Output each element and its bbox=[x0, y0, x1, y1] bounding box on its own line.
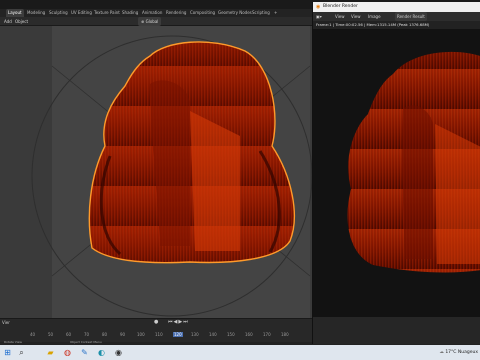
ruler-tick: 90 bbox=[120, 332, 126, 337]
tab-geometry-nodes[interactable]: Geometry Nodes bbox=[216, 9, 254, 17]
windows-icon[interactable]: ⊞ bbox=[2, 347, 13, 358]
render-window-title: Blender Render bbox=[323, 4, 358, 9]
search-icon[interactable]: ⌕ bbox=[16, 347, 27, 358]
ruler-tick: 180 bbox=[281, 332, 289, 337]
weather-text: Nuageux bbox=[457, 350, 478, 355]
viewport-header: Add Object ⊕ Global bbox=[0, 17, 312, 26]
taskbar: ⊞ ⌕ ▰ ◍ ✎ ◐ ◉ ☁ 17°C Nuageux bbox=[0, 345, 480, 360]
temperature: 17°C bbox=[445, 350, 457, 355]
tab-rendering[interactable]: Rendering bbox=[164, 9, 188, 17]
blender-logo-icon: ◉ bbox=[316, 4, 321, 10]
transform-orientation-select[interactable]: ⊕ Global bbox=[138, 17, 162, 26]
orientation-label: Global bbox=[145, 19, 159, 24]
add-menu[interactable]: Add bbox=[4, 17, 12, 26]
chrome-icon[interactable]: ◍ bbox=[62, 347, 73, 358]
3d-viewport[interactable] bbox=[0, 26, 312, 318]
playback-controls[interactable]: ⏮◀▶⏭ bbox=[168, 319, 189, 325]
tab-scripting[interactable]: Scripting bbox=[250, 9, 272, 17]
editor-type-icon[interactable]: ▣▾ bbox=[316, 12, 322, 21]
rendered-hair-svg bbox=[347, 51, 480, 273]
file-explorer-icon[interactable]: ▰ bbox=[45, 347, 56, 358]
image-menu[interactable]: Image bbox=[368, 12, 381, 21]
ruler-tick: 150 bbox=[227, 332, 235, 337]
render-result-select[interactable]: Render Result bbox=[395, 12, 427, 21]
ruler-tick: 140 bbox=[209, 332, 217, 337]
add-workspace-button[interactable]: + bbox=[272, 9, 279, 17]
render-window-footer bbox=[313, 317, 480, 344]
tab-layout[interactable]: Layout bbox=[6, 9, 24, 17]
status-left-text: Rotate View bbox=[4, 340, 22, 344]
ruler-tick: 60 bbox=[66, 332, 72, 337]
tab-texture-paint[interactable]: Texture Paint bbox=[92, 9, 122, 17]
blender-taskbar-icon[interactable]: ◉ bbox=[113, 347, 124, 358]
ruler-tick: 130 bbox=[191, 332, 199, 337]
ruler-tick: 80 bbox=[102, 332, 108, 337]
render-window: ◉ Blender Render ▣▾ View View Image Rend… bbox=[312, 2, 480, 344]
tab-compositing[interactable]: Compositing bbox=[188, 9, 217, 17]
paint-icon[interactable]: ✎ bbox=[79, 347, 90, 358]
render-result-canvas[interactable] bbox=[313, 29, 480, 317]
ruler-tick: 70 bbox=[84, 332, 90, 337]
tab-sculpting[interactable]: Sculpting bbox=[47, 9, 70, 17]
ruler-tick: 100 bbox=[137, 332, 145, 337]
ruler-tick: 110 bbox=[155, 332, 163, 337]
ruler-tick: 40 bbox=[30, 332, 36, 337]
tab-modeling[interactable]: Modeling bbox=[25, 9, 47, 17]
view2-menu[interactable]: View bbox=[351, 12, 361, 21]
render-info-text: Frame:1 | Time:00:02.56 | Mem:1315.14M (… bbox=[313, 21, 480, 29]
ruler-tick: 170 bbox=[263, 332, 271, 337]
ruler-tick: 160 bbox=[245, 332, 253, 337]
status-mid-text: Object Context Menu bbox=[70, 340, 102, 344]
render-window-header: ▣▾ View View Image Render Result bbox=[313, 12, 480, 21]
view-menu[interactable]: View bbox=[335, 12, 345, 21]
object-menu[interactable]: Object bbox=[15, 17, 28, 26]
timeline-menu-label[interactable]: Vier bbox=[2, 320, 10, 325]
timeline-editor[interactable]: Vier ● ⏮◀▶⏭ 40 50 60 70 80 90 100 110 12… bbox=[0, 318, 312, 342]
render-window-titlebar: ◉ Blender Render bbox=[313, 2, 480, 12]
edge-icon[interactable]: ◐ bbox=[96, 347, 107, 358]
ruler-tick: 50 bbox=[48, 332, 54, 337]
keyframe-dot-icon[interactable]: ● bbox=[154, 319, 158, 325]
system-tray[interactable]: ☁ 17°C Nuageux bbox=[439, 345, 478, 360]
tab-shading[interactable]: Shading bbox=[120, 9, 140, 17]
ruler-tick-current[interactable]: 120 bbox=[173, 332, 183, 337]
hair-model-svg bbox=[31, 35, 312, 317]
tab-animation[interactable]: Animation bbox=[140, 9, 164, 17]
tab-uv-editing[interactable]: UV Editing bbox=[69, 9, 94, 17]
